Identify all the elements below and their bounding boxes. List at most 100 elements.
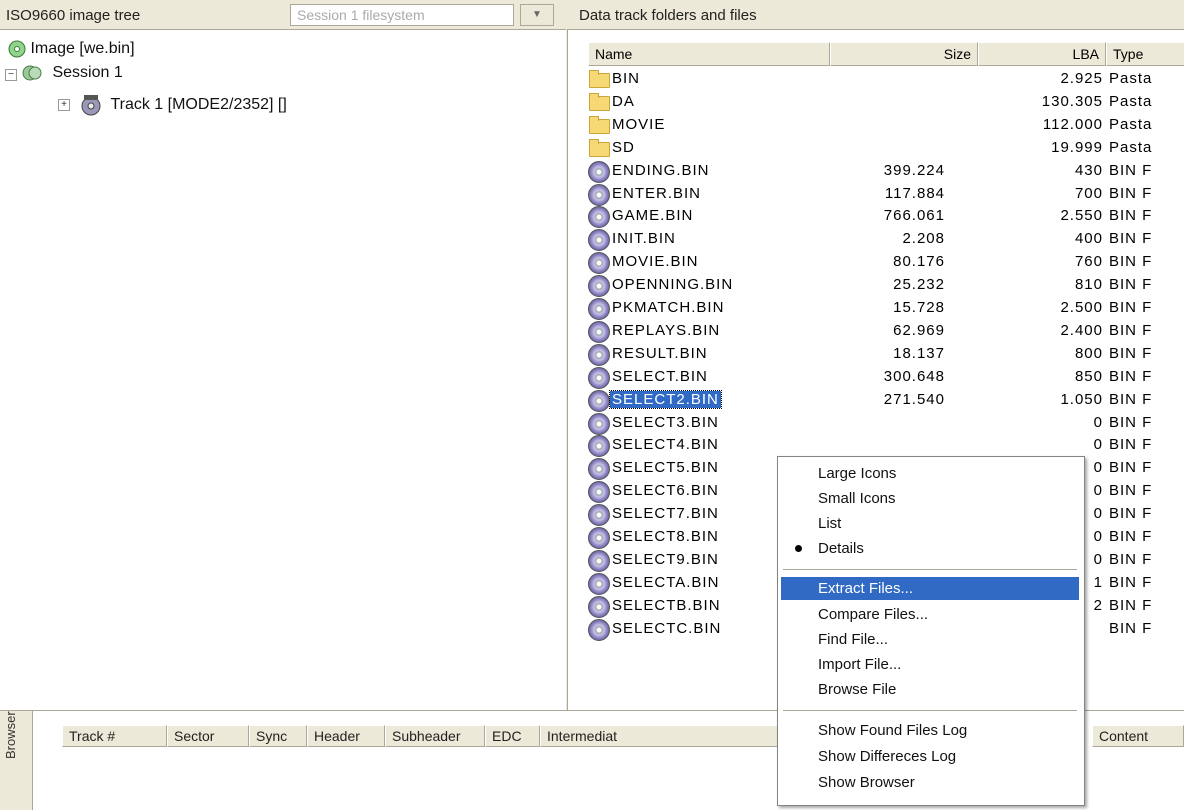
file-list-header: Data track folders and files — [567, 0, 1184, 30]
file-size: 80.176 — [893, 253, 945, 271]
file-row[interactable]: PKMATCH.BIN 15.728 2.500 BIN F — [568, 297, 1184, 320]
file-row[interactable]: ENTER.BIN 117.884 700 BIN F — [568, 183, 1184, 206]
file-name: SELECT9.BIN — [612, 550, 719, 568]
menu-item-show-differences-log[interactable]: Show Differeces Log — [781, 745, 1079, 768]
file-lba: 0 — [1093, 482, 1103, 500]
bin-file-icon — [588, 298, 610, 320]
file-row[interactable]: ENDING.BIN 399.224 430 BIN F — [568, 160, 1184, 183]
menu-item-list[interactable]: List — [781, 512, 1079, 535]
file-lba: 2.500 — [1060, 299, 1103, 316]
folder-row[interactable]: BIN 2.925 Pasta — [568, 68, 1184, 91]
file-type: BIN F — [1109, 230, 1153, 248]
file-type: BIN F — [1109, 573, 1153, 591]
file-row[interactable]: SELECT3.BIN 0 BIN F — [568, 412, 1184, 435]
image-tree-title: ISO9660 image tree — [6, 7, 141, 24]
menu-item-extract-files[interactable]: Extract Files... — [781, 577, 1079, 600]
file-lba: 19.999 — [1051, 138, 1103, 156]
browser-column-sync[interactable]: Sync — [249, 725, 307, 747]
radio-bullet-icon — [795, 545, 802, 552]
file-size: 300.648 — [883, 367, 945, 385]
tree-node-label: Image [we.bin] — [30, 40, 135, 58]
file-size: 2.208 — [902, 230, 945, 248]
browser-tab-label: Browser — [3, 711, 18, 759]
image-tree-header: ISO9660 image tree Session 1 filesystem … — [0, 0, 566, 30]
browser-column-intermediate[interactable]: Intermediat — [540, 725, 780, 747]
menu-item-find-file[interactable]: Find File... — [781, 628, 1079, 651]
bin-file-icon — [588, 412, 610, 435]
menu-item-details[interactable]: Details — [781, 537, 1079, 560]
file-lba: 810 — [1074, 276, 1103, 294]
file-row[interactable]: SELECT.BIN 300.648 850 BIN F — [568, 366, 1184, 389]
file-name: MOVIE.BIN — [612, 253, 699, 271]
file-lba: 400 — [1074, 230, 1103, 248]
browser-column-subheader[interactable]: Subheader — [385, 725, 485, 747]
file-type: BIN F — [1109, 413, 1153, 431]
file-row[interactable]: GAME.BIN 766.061 2.550 BIN F — [568, 205, 1184, 229]
file-type: BIN F — [1109, 390, 1153, 408]
menu-item-show-found-files-log[interactable]: Show Found Files Log — [781, 719, 1079, 742]
file-type: BIN F — [1109, 505, 1153, 523]
file-row[interactable]: RESULT.BIN 18.137 800 BIN F — [568, 343, 1184, 366]
file-type: BIN F — [1109, 619, 1153, 637]
session-select[interactable]: Session 1 filesystem — [290, 4, 514, 26]
file-type: BIN F — [1109, 528, 1153, 545]
browser-tab[interactable]: Browser — [0, 711, 33, 810]
column-header-name[interactable]: Name — [588, 42, 830, 66]
dropdown-arrow-icon[interactable]: ▼ — [520, 4, 554, 26]
file-type: BIN F — [1109, 184, 1153, 202]
file-list-title: Data track folders and files — [579, 7, 757, 24]
file-size: 117.884 — [884, 184, 945, 202]
bin-file-icon — [588, 435, 610, 458]
context-menu: Large Icons Small Icons List Details Ext… — [777, 456, 1085, 806]
browser-column-content[interactable]: Content — [1092, 725, 1184, 747]
menu-item-browse-file[interactable]: Browse File — [781, 678, 1079, 701]
tree-node-session[interactable]: Session 1 — [22, 64, 123, 82]
file-lba: 0 — [1093, 436, 1103, 454]
browser-column-edc[interactable]: EDC — [485, 725, 540, 747]
folder-row[interactable]: SD 19.999 Pasta — [568, 137, 1184, 160]
folder-icon — [589, 115, 610, 134]
file-name: DA — [612, 92, 635, 110]
column-header-type[interactable]: Type — [1106, 42, 1184, 66]
file-lba: 112.000 — [1042, 115, 1103, 133]
file-name: SELECT4.BIN — [612, 436, 719, 454]
file-size: 62.969 — [893, 321, 945, 339]
menu-item-show-browser[interactable]: Show Browser — [781, 771, 1079, 794]
file-row[interactable]: SELECT2.BIN 271.540 1.050 BIN F — [568, 389, 1184, 412]
column-header-size[interactable]: Size — [830, 42, 978, 66]
column-header-lba[interactable]: LBA — [978, 42, 1106, 66]
file-row[interactable]: OPENNING.BIN 25.232 810 BIN F — [568, 274, 1184, 298]
browser-column-header[interactable]: Header — [307, 725, 385, 747]
file-type: BIN F — [1109, 161, 1153, 179]
tree-node-track[interactable]: Track 1 [MODE2/2352] [] — [80, 94, 287, 116]
file-type: BIN F — [1109, 253, 1153, 271]
file-lba: 0 — [1093, 550, 1103, 568]
folder-row[interactable]: DA 130.305 Pasta — [568, 91, 1184, 114]
expand-icon[interactable]: + — [58, 99, 70, 111]
bin-file-icon — [588, 618, 610, 641]
tree-node-image[interactable]: Image [we.bin] — [8, 40, 135, 58]
menu-item-compare-files[interactable]: Compare Files... — [781, 603, 1079, 626]
file-size: 25.232 — [893, 276, 945, 294]
menu-separator — [783, 569, 1077, 570]
menu-item-large-icons[interactable]: Large Icons — [781, 462, 1079, 485]
bin-file-icon — [588, 160, 610, 183]
file-name: SELECT6.BIN — [612, 482, 719, 500]
browser-column-sector[interactable]: Sector — [167, 725, 249, 747]
file-type: BIN F — [1109, 344, 1153, 362]
folder-row[interactable]: MOVIE 112.000 Pasta — [568, 114, 1184, 137]
menu-item-import-file[interactable]: Import File... — [781, 653, 1079, 676]
browser-column-track[interactable]: Track # — [62, 725, 167, 747]
file-row[interactable]: MOVIE.BIN 80.176 760 BIN F — [568, 251, 1184, 275]
collapse-icon[interactable]: − — [5, 69, 17, 81]
bin-file-icon — [588, 527, 610, 549]
file-name: SELECT.BIN — [612, 367, 708, 385]
file-row[interactable]: INIT.BIN 2.208 400 BIN F — [568, 228, 1184, 252]
bin-file-icon — [588, 206, 610, 229]
file-name: SELECT7.BIN — [612, 505, 719, 523]
file-row[interactable]: REPLAYS.BIN 62.969 2.400 BIN F — [568, 320, 1184, 343]
menu-item-small-icons[interactable]: Small Icons — [781, 487, 1079, 510]
file-lba: 800 — [1074, 344, 1103, 362]
tree-node-label: Session 1 — [52, 64, 123, 82]
file-row[interactable]: SELECT4.BIN 0 BIN F — [568, 434, 1184, 458]
